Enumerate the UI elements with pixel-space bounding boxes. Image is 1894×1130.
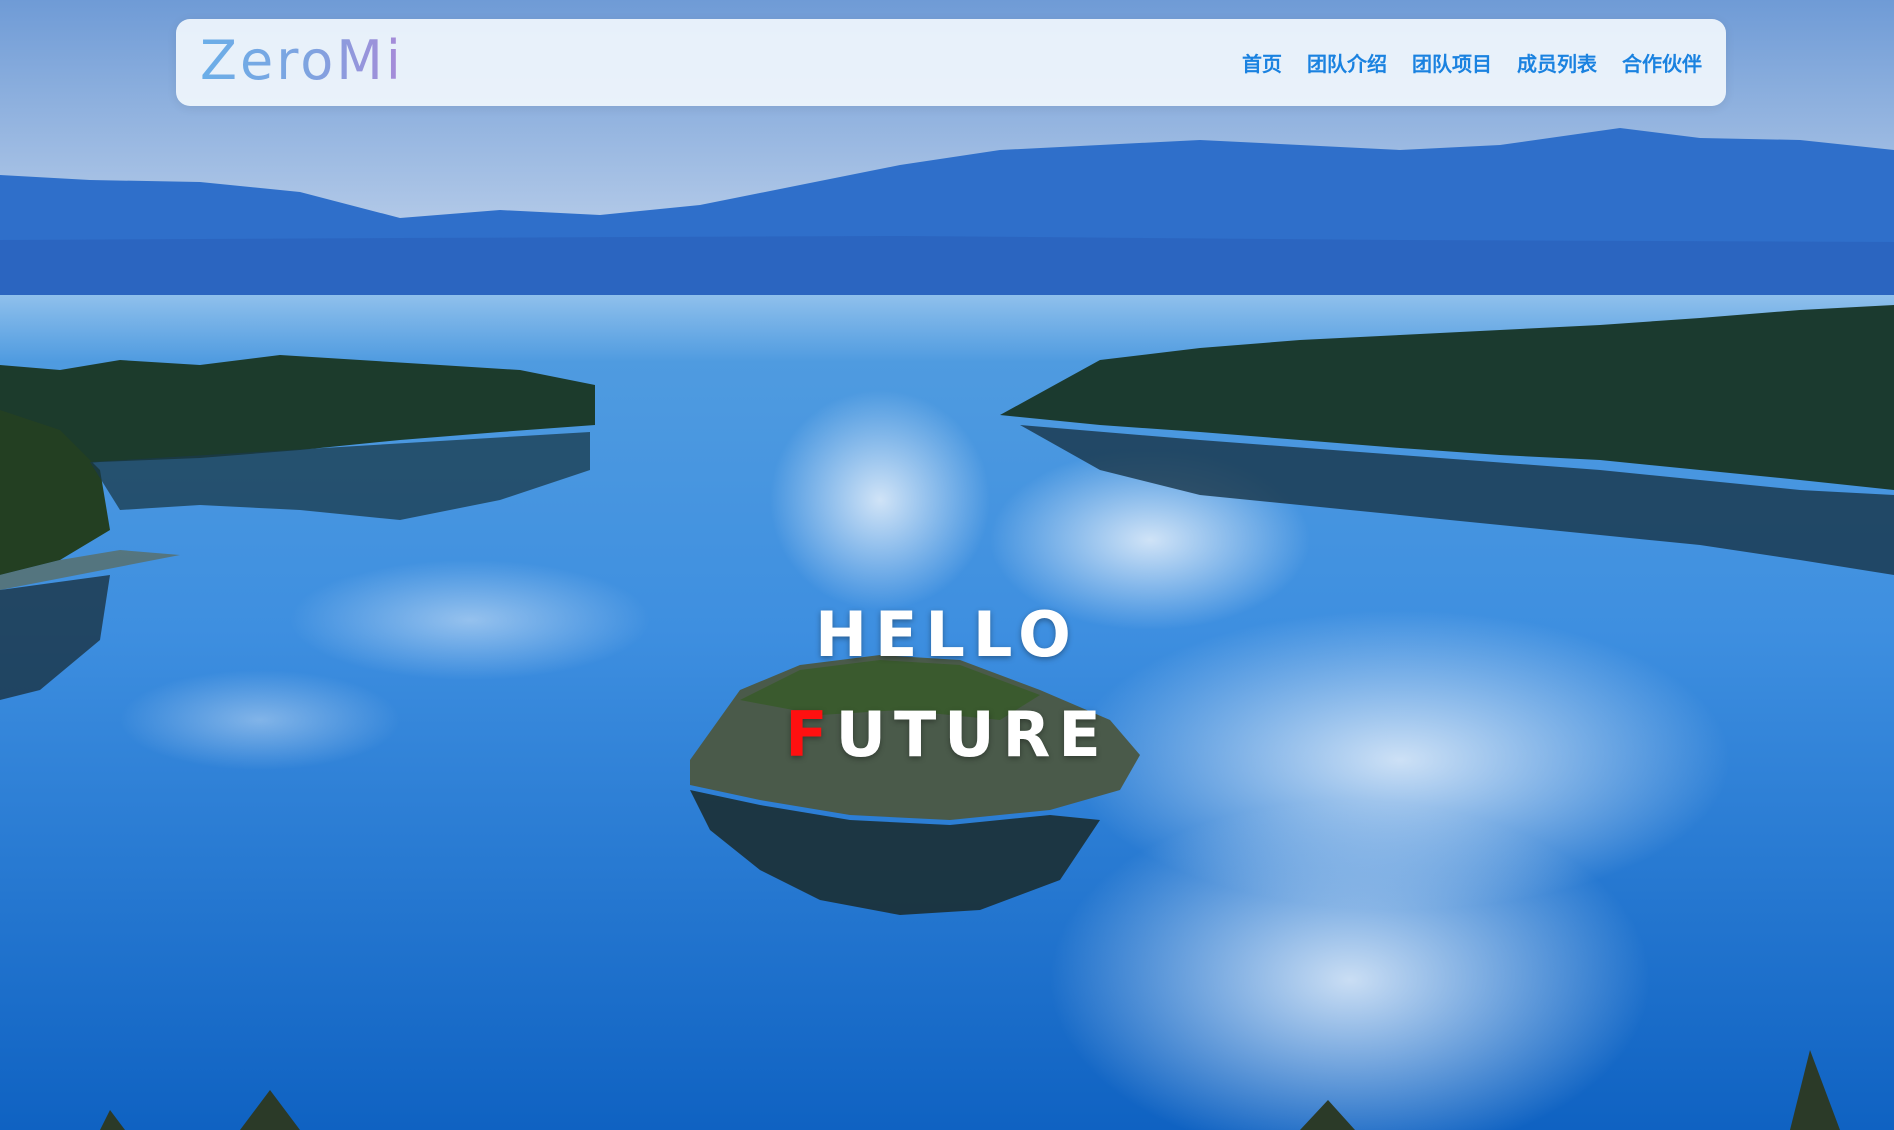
nav-link-members[interactable]: 成员列表 [1517, 48, 1597, 77]
hero-headline-future-rest: UTURE [835, 698, 1109, 771]
nav-link-team-projects[interactable]: 团队项目 [1412, 48, 1492, 77]
main-nav: 首页 团队介绍 团队项目 成员列表 合作伙伴 [1217, 19, 1702, 106]
hero-background [0, 0, 1894, 1130]
hero-accent-letter: F [785, 698, 836, 771]
site-logo[interactable]: ZeroMi [200, 31, 404, 91]
hero-headline-future: FUTURE [0, 698, 1894, 771]
hero-headline-hello: HELLO [815, 598, 1079, 671]
nav-link-home[interactable]: 首页 [1242, 48, 1282, 77]
top-navbar: ZeroMi 首页 团队介绍 团队项目 成员列表 合作伙伴 [176, 19, 1726, 106]
nav-link-partners[interactable]: 合作伙伴 [1622, 48, 1702, 77]
nav-link-team-intro[interactable]: 团队介绍 [1307, 48, 1387, 77]
lake-landscape-image [0, 0, 1894, 1130]
